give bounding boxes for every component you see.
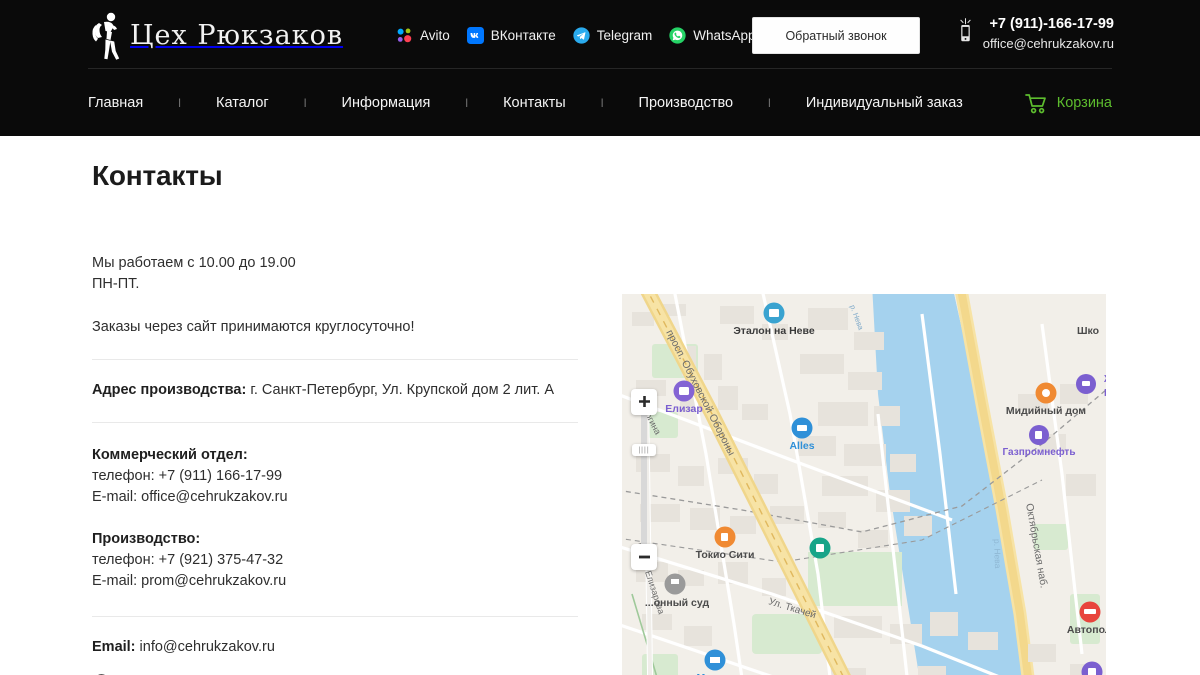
social-label-whatsapp: WhatsApp: [693, 27, 756, 43]
svg-text:Alles: Alles: [789, 440, 814, 452]
map-canvas: просп. Обуховской Обороны Ногина просп. …: [622, 294, 1106, 675]
shopping-cart-icon: [1024, 93, 1046, 113]
svg-text:Эталон на Неве: Эталон на Неве: [733, 325, 814, 337]
divider-2: [92, 422, 578, 423]
poi-museum-marker: [809, 537, 831, 559]
minus-icon: [638, 555, 650, 558]
main-navigation: Главная I Каталог I Информация I Контакт…: [0, 70, 1200, 136]
vk-icon: [466, 26, 484, 44]
divider-1: [92, 359, 578, 360]
social-link-telegram[interactable]: Telegram: [573, 26, 653, 44]
social-link-avito[interactable]: Avito: [396, 27, 450, 44]
svg-text:Мидийный дом: Мидийный дом: [1006, 405, 1086, 417]
nav-item-information[interactable]: Информация: [342, 95, 431, 111]
nav-separator: I: [600, 95, 604, 110]
commercial-email[interactable]: E-mail: office@cehrukzakov.ru: [92, 487, 584, 508]
map-zoom-in-button[interactable]: [631, 389, 657, 415]
avito-icon: [397, 27, 412, 42]
map-zoom-slider-track[interactable]: [641, 402, 647, 557]
svg-text:Газпромнефть: Газпромнефть: [1003, 446, 1076, 458]
general-email-row: Email: info@cehrukzakov.ru: [92, 637, 584, 658]
general-email-label: Email:: [92, 639, 136, 655]
whatsapp-icon: [669, 26, 686, 44]
svg-text:Токио Сити: Токио Сити: [696, 549, 755, 561]
production-phone[interactable]: телефон: +7 (921) 375-47-32: [92, 550, 584, 571]
nav-item-catalog[interactable]: Каталог: [216, 95, 269, 111]
contacts-column: Контакты Мы работаем с 10.00 до 19.00 ПН…: [92, 136, 584, 675]
callback-button[interactable]: Обратный звонок: [752, 17, 920, 54]
svg-text:Елизар: Елизар: [665, 403, 702, 415]
nav-separator: I: [767, 95, 772, 110]
site-header: Цех Рюкзаков Avito ВКонтакте Telegram Wh…: [0, 0, 1200, 136]
nav-item-production[interactable]: Производство: [639, 95, 734, 111]
nav-separator: I: [177, 95, 182, 110]
header-top-bar: Цех Рюкзаков Avito ВКонтакте Telegram Wh…: [0, 0, 1200, 70]
cart-button[interactable]: Корзина: [1024, 93, 1112, 114]
commercial-department: Коммерческий отдел: телефон: +7 (911) 16…: [92, 445, 584, 508]
header-divider: [88, 68, 1112, 69]
orders-note: Заказы через сайт принимаются круглосуто…: [92, 319, 415, 335]
header-phone-number[interactable]: +7 (911)-166-17-99: [983, 14, 1114, 34]
nav-item-contacts[interactable]: Контакты: [503, 95, 566, 111]
address-label: Адрес производства:: [92, 382, 247, 398]
plus-icon: [638, 395, 650, 407]
nav-item-home[interactable]: Главная: [88, 95, 143, 111]
hiker-with-backpack-logo-icon: [92, 12, 120, 60]
social-link-whatsapp[interactable]: WhatsApp: [669, 26, 756, 44]
svg-text:...онный суд: ...онный суд: [645, 597, 710, 609]
location-map[interactable]: просп. Обуховской Обороны Ногина просп. …: [622, 294, 1106, 675]
social-label-telegram: Telegram: [596, 27, 653, 43]
mobile-phone-icon: [960, 18, 971, 42]
map-zoom-slider-handle[interactable]: ||||: [632, 444, 656, 456]
water-label-neva: р. Нева: [992, 539, 1003, 569]
commercial-title: Коммерческий отдел:: [92, 447, 248, 463]
svg-text:Автополе: Автополе: [1067, 624, 1106, 636]
commercial-phone[interactable]: телефон: +7 (911) 166-17-99: [92, 466, 584, 487]
address-value: г. Санкт-Петербург, Ул. Крупской дом 2 л…: [250, 382, 554, 398]
svg-text:Шко: Шко: [1077, 325, 1099, 337]
social-link-vk[interactable]: ВКонтакте: [466, 26, 556, 44]
logo-text: Цех Рюкзаков: [130, 19, 344, 51]
poi-shkola: Шко: [1077, 325, 1099, 337]
header-contact-block: +7 (911)-166-17-99 office@cehrukzakov.ru: [957, 14, 1114, 53]
working-hours-line2: ПН-ПТ.: [92, 276, 140, 292]
telegram-icon: [573, 26, 590, 44]
site-logo[interactable]: Цех Рюкзаков: [88, 7, 342, 63]
svg-text:Ж: Ж: [1103, 374, 1106, 385]
svg-text:Н.: Н.: [1104, 388, 1106, 399]
zoom-handle-grip: ||||: [638, 446, 650, 454]
divider-3: [92, 616, 578, 617]
production-title: Производство:: [92, 531, 201, 547]
working-hours-line1: Мы работаем с 10.00 до 19.00: [92, 255, 296, 271]
social-label-vk: ВКонтакте: [490, 27, 556, 43]
working-hours: Мы работаем с 10.00 до 19.00 ПН-ПТ.: [92, 253, 584, 295]
nav-item-custom-order[interactable]: Индивидуальный заказ: [806, 95, 963, 111]
social-links: Avito ВКонтакте Telegram WhatsApp: [396, 26, 756, 44]
map-zoom-out-button[interactable]: [631, 544, 657, 570]
cart-label: Корзина: [1056, 95, 1112, 111]
general-email-value[interactable]: info@cehrukzakov.ru: [140, 639, 275, 655]
page-title: Контакты: [92, 160, 223, 191]
nav-separator: I: [465, 95, 469, 110]
social-label-avito: Avito: [420, 27, 450, 43]
nav-separator: I: [303, 95, 307, 110]
page-body: Контакты Мы работаем с 10.00 до 19.00 ПН…: [0, 136, 1200, 675]
header-email[interactable]: office@cehrukzakov.ru: [983, 34, 1114, 53]
address-row: Адрес производства: г. Санкт-Петербург, …: [92, 380, 584, 401]
production-department: Производство: телефон: +7 (921) 375-47-3…: [92, 529, 584, 592]
production-email[interactable]: E-mail: prom@cehrukzakov.ru: [92, 571, 584, 592]
